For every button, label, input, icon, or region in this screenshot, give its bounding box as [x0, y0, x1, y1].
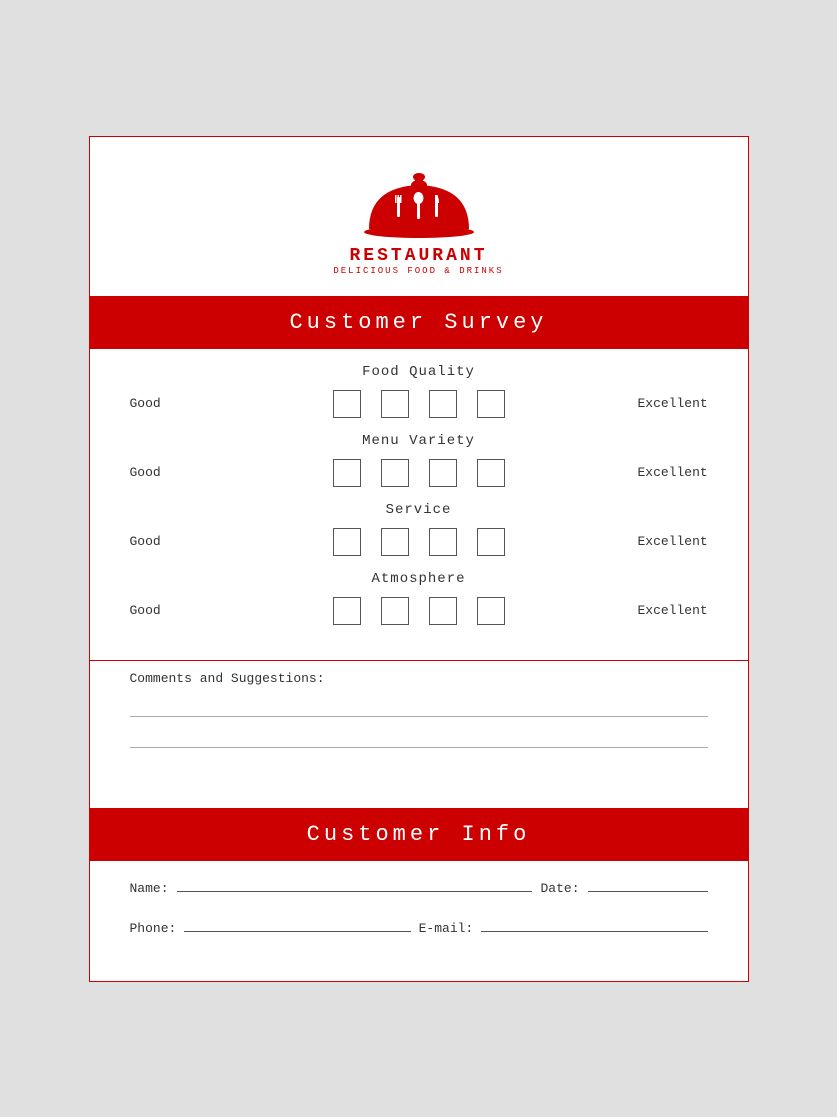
- food-quality-right: Excellent: [638, 396, 708, 411]
- date-label: Date:: [540, 881, 579, 896]
- info-banner: Customer Info: [90, 808, 748, 861]
- checkbox[interactable]: [429, 390, 457, 418]
- name-date-row: Name: Date:: [130, 876, 708, 896]
- checkbox[interactable]: [429, 597, 457, 625]
- checkbox[interactable]: [429, 459, 457, 487]
- menu-variety-row: Good Excellent: [130, 459, 708, 487]
- food-quality-left: Good: [130, 396, 200, 411]
- comment-line-2: [130, 747, 708, 748]
- atmosphere-row: Good Excellent: [130, 597, 708, 625]
- service-right: Excellent: [638, 534, 708, 549]
- comments-label: Comments and Suggestions:: [130, 671, 708, 686]
- atmosphere-right: Excellent: [638, 603, 708, 618]
- menu-variety-right: Excellent: [638, 465, 708, 480]
- menu-variety-left: Good: [130, 465, 200, 480]
- menu-variety-group: Menu Variety Good Excellent: [130, 433, 708, 487]
- atmosphere-group: Atmosphere Good Excellent: [130, 571, 708, 625]
- checkbox[interactable]: [381, 597, 409, 625]
- food-quality-row: Good Excellent: [130, 390, 708, 418]
- service-row: Good Excellent: [130, 528, 708, 556]
- phone-field[interactable]: [184, 916, 410, 932]
- atmosphere-label: Atmosphere: [130, 571, 708, 587]
- checkbox[interactable]: [477, 597, 505, 625]
- atmosphere-checkboxes: [200, 597, 638, 625]
- food-quality-group: Food Quality Good Excellent: [130, 364, 708, 418]
- checkbox[interactable]: [477, 390, 505, 418]
- date-field[interactable]: [588, 876, 708, 892]
- service-checkboxes: [200, 528, 638, 556]
- checkbox[interactable]: [381, 390, 409, 418]
- logo-section: RESTAURANT DELICIOUS FOOD & DRINKS: [90, 137, 748, 296]
- checkbox[interactable]: [381, 528, 409, 556]
- name-label: Name:: [130, 881, 169, 896]
- checkbox[interactable]: [477, 459, 505, 487]
- checkbox[interactable]: [477, 528, 505, 556]
- info-section: Name: Date: Phone: E-mail:: [90, 861, 748, 981]
- food-quality-label: Food Quality: [130, 364, 708, 380]
- restaurant-name: RESTAURANT: [349, 246, 487, 266]
- email-label: E-mail:: [419, 921, 474, 936]
- menu-variety-checkboxes: [200, 459, 638, 487]
- email-field[interactable]: [481, 916, 707, 932]
- phone-label: Phone:: [130, 921, 177, 936]
- survey-ratings: Food Quality Good Excellent Menu Variety…: [90, 349, 748, 661]
- checkbox[interactable]: [333, 528, 361, 556]
- menu-variety-label: Menu Variety: [130, 433, 708, 449]
- checkbox[interactable]: [429, 528, 457, 556]
- checkbox[interactable]: [333, 459, 361, 487]
- checkbox[interactable]: [333, 390, 361, 418]
- restaurant-logo: [359, 167, 479, 242]
- phone-email-row: Phone: E-mail:: [130, 916, 708, 936]
- survey-form: RESTAURANT DELICIOUS FOOD & DRINKS Custo…: [89, 136, 749, 982]
- service-group: Service Good Excellent: [130, 502, 708, 556]
- service-left: Good: [130, 534, 200, 549]
- comment-line-1: [130, 716, 708, 717]
- survey-banner: Customer Survey: [90, 296, 748, 349]
- food-quality-checkboxes: [200, 390, 638, 418]
- service-label: Service: [130, 502, 708, 518]
- restaurant-tagline: DELICIOUS FOOD & DRINKS: [333, 266, 503, 276]
- atmosphere-left: Good: [130, 603, 200, 618]
- comments-section: Comments and Suggestions:: [90, 661, 748, 808]
- name-field[interactable]: [177, 876, 533, 892]
- checkbox[interactable]: [381, 459, 409, 487]
- checkbox[interactable]: [333, 597, 361, 625]
